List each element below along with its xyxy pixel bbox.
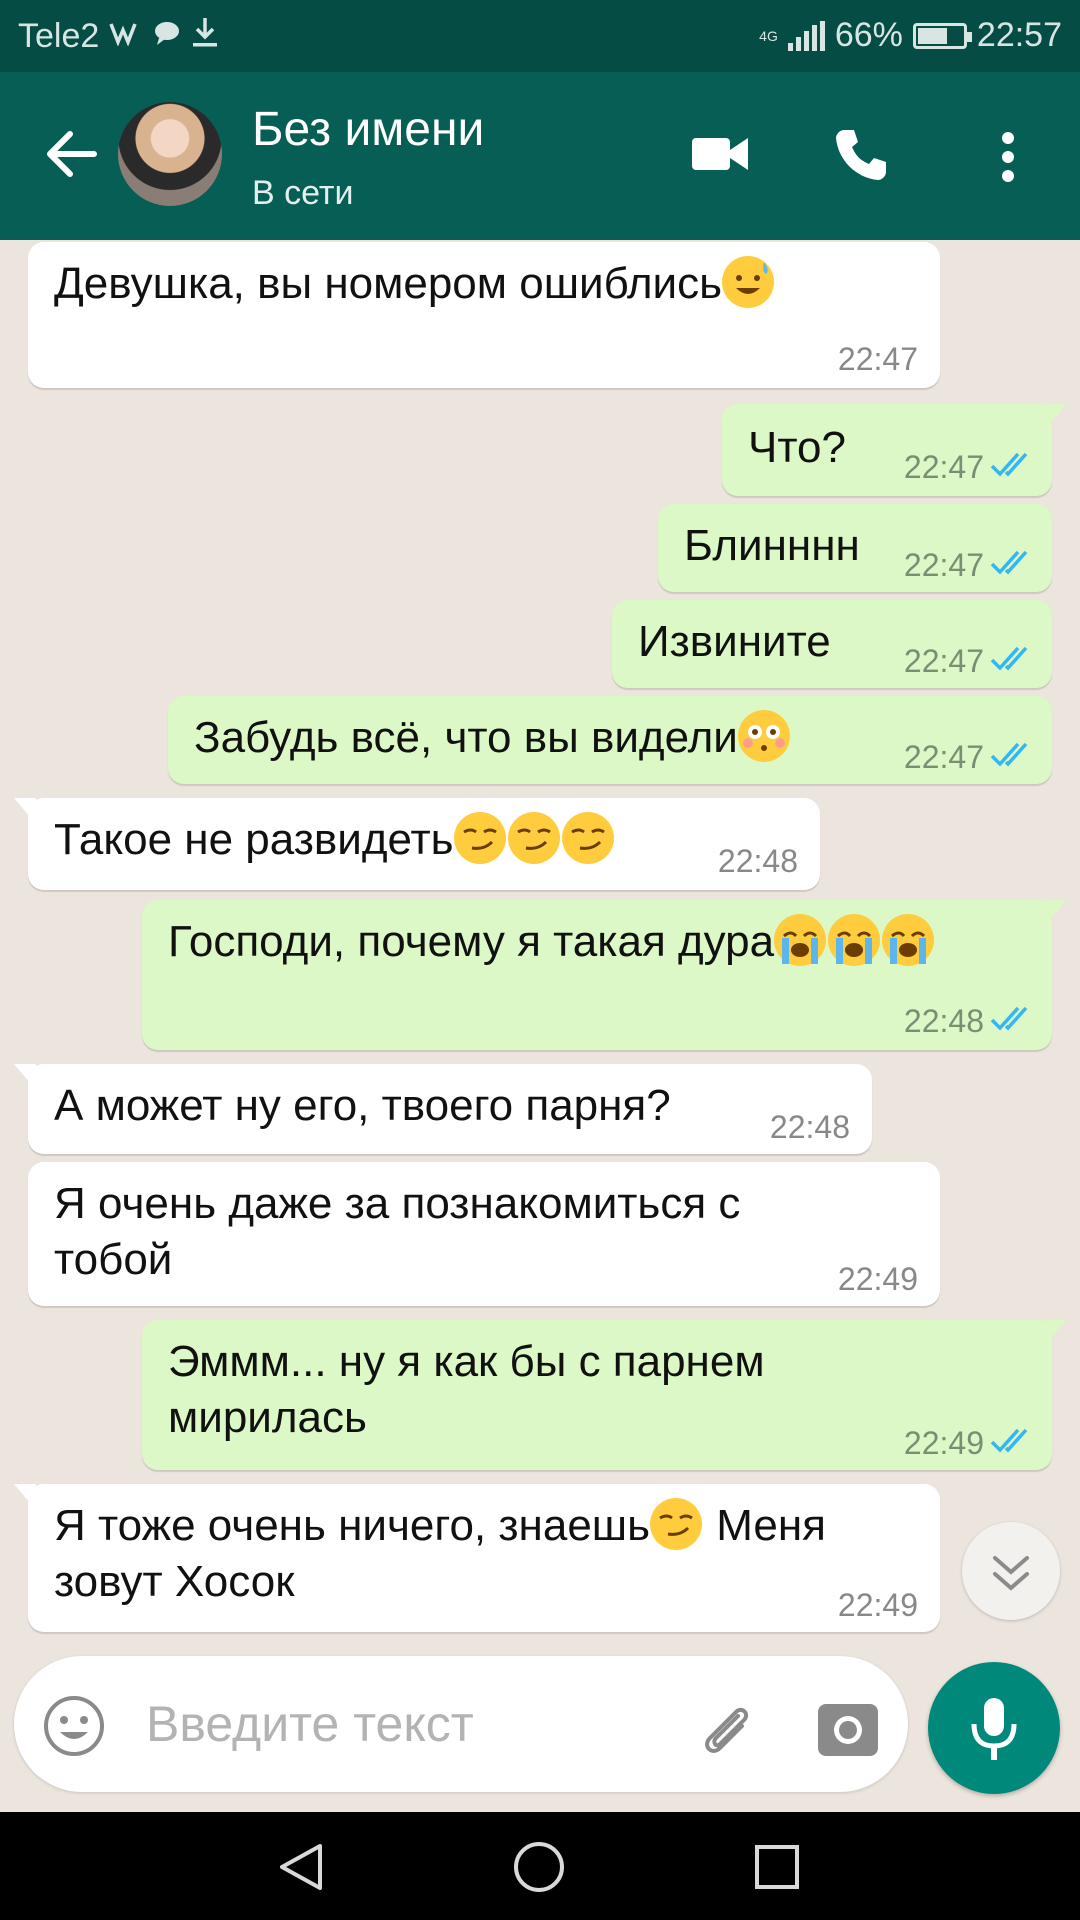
mic-icon	[971, 1698, 1017, 1760]
read-ticks-icon	[990, 550, 1028, 575]
back-arrow-icon[interactable]	[40, 122, 104, 186]
read-ticks-icon	[990, 646, 1028, 671]
message-time: 22:47	[837, 341, 918, 377]
battery-percent: 66%	[834, 16, 903, 54]
message-text-line: мирилась	[168, 1393, 367, 1442]
message-time: 22:48	[717, 843, 798, 879]
message-text: А может ну его, твоего парня?	[54, 1081, 671, 1130]
message-text: Блинннн	[684, 521, 860, 570]
message-text: Господи, почему я такая дура	[168, 917, 775, 966]
message-text: Что?	[748, 423, 846, 472]
read-ticks-icon	[990, 1428, 1028, 1453]
message-outgoing[interactable]: Эммм... ну я как бы с парнем мирилась 22…	[142, 1320, 1066, 1470]
read-ticks-icon	[990, 1006, 1028, 1031]
emoji-sob-icon	[774, 914, 827, 966]
emoji-smirk-icon	[561, 812, 614, 864]
message-text: Забудь всё, что вы видели	[194, 713, 738, 762]
carrier-name: Tele2	[18, 17, 100, 55]
message-text: Извините	[638, 617, 831, 666]
message-time: 22:47	[903, 449, 984, 485]
system-nav-bar	[0, 1812, 1080, 1920]
message-time: 22:47	[903, 643, 984, 679]
message-time: 22:49	[837, 1261, 918, 1297]
message-text-line: Меня	[704, 1501, 826, 1550]
message-text-line: Я очень даже за познакомиться с	[54, 1179, 741, 1228]
more-vert-icon[interactable]	[1000, 130, 1016, 184]
message-incoming[interactable]: А может ну его, твоего парня? 22:48	[14, 1064, 872, 1154]
nav-recent-icon[interactable]	[754, 1844, 800, 1890]
emoji-sweat-smile-icon	[722, 256, 774, 308]
emoji-smirk-icon	[453, 812, 506, 864]
read-ticks-icon	[990, 742, 1028, 767]
read-ticks-icon	[990, 452, 1028, 477]
message-text-line: зовут Хосок	[54, 1557, 295, 1606]
message-text-line: Эммм... ну я как бы с парнем	[168, 1337, 765, 1386]
nav-back-icon[interactable]	[276, 1842, 326, 1892]
video-call-icon[interactable]	[690, 130, 750, 178]
message-time: 22:48	[903, 1003, 984, 1039]
message-list[interactable]: Девушка, вы номером ошиблись 22:47 Что? …	[0, 240, 1080, 1658]
message-outgoing[interactable]: Что? 22:47	[722, 404, 1066, 496]
message-text: Такое не развидеть	[54, 815, 454, 864]
message-time: 22:49	[837, 1587, 918, 1623]
message-time: 22:47	[903, 547, 984, 583]
chat-notification-icon	[153, 19, 181, 55]
message-outgoing[interactable]: Извините 22:47	[612, 600, 1052, 688]
message-outgoing[interactable]: Господи, почему я такая дура 22:48	[142, 900, 1066, 1050]
message-incoming[interactable]: Я тоже очень ничего, знаешь Меня зовут Х…	[14, 1484, 940, 1632]
network-type: 4G	[759, 27, 778, 44]
message-composer	[14, 1656, 908, 1792]
clock: 22:57	[976, 16, 1062, 54]
phone-icon[interactable]	[832, 124, 892, 184]
message-time: 22:49	[903, 1425, 984, 1461]
emoji-flushed-icon	[737, 710, 790, 762]
avatar[interactable]	[118, 102, 222, 206]
contact-name[interactable]: Без имени	[252, 102, 484, 157]
message-input[interactable]	[144, 1690, 668, 1758]
emoji-smirk-icon	[507, 812, 560, 864]
mic-button[interactable]	[928, 1662, 1060, 1794]
vk-icon	[109, 19, 143, 55]
message-incoming[interactable]: Такое не развидеть 22:48	[14, 798, 820, 890]
message-incoming[interactable]: Я очень даже за познакомиться с тобой 22…	[28, 1162, 940, 1306]
battery-icon	[912, 22, 972, 49]
message-outgoing[interactable]: Забудь всё, что вы видели 22:47	[168, 696, 1052, 784]
emoji-icon[interactable]	[42, 1694, 106, 1758]
message-text-line: Я тоже очень ничего, знаешь	[54, 1501, 651, 1550]
attach-icon[interactable]	[694, 1696, 758, 1760]
message-outgoing[interactable]: Блинннн 22:47	[658, 504, 1052, 592]
nav-home-icon[interactable]	[512, 1840, 566, 1894]
emoji-sob-icon	[828, 914, 881, 966]
camera-icon[interactable]	[816, 1696, 880, 1760]
status-bar: Tele2 4G 66% 22:57	[0, 0, 1080, 72]
message-incoming[interactable]: Девушка, вы номером ошиблись 22:47	[28, 242, 940, 388]
message-text: Девушка, вы номером ошиблись	[54, 259, 722, 308]
emoji-sob-icon	[882, 914, 935, 966]
message-text-line: тобой	[54, 1235, 173, 1284]
message-time: 22:48	[769, 1109, 850, 1145]
signal-icon	[787, 20, 825, 51]
contact-status: В сети	[252, 174, 354, 212]
message-time: 22:47	[903, 739, 984, 775]
download-icon	[191, 16, 219, 57]
chat-header: Без имени В сети	[0, 72, 1080, 240]
emoji-smirk-icon	[650, 1498, 703, 1550]
scroll-down-icon[interactable]	[962, 1522, 1060, 1620]
